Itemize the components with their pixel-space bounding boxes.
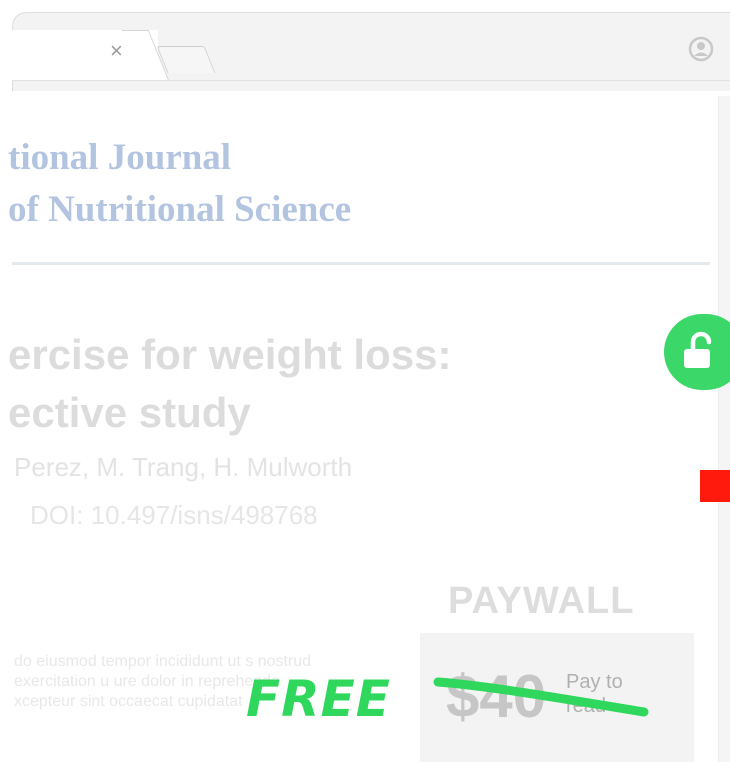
free-label: FREE [246,670,391,728]
article-title-line-2: ective study [8,389,251,436]
article-title: ercise for weight loss: ective study [8,326,451,442]
unlocked-padlock-icon [684,331,712,368]
article-authors: Perez, M. Trang, H. Mulworth [14,452,353,482]
journal-title-line-2: of Nutritional Science [8,189,352,230]
profile-icon[interactable] [688,36,714,62]
article-title-line-1: ercise for weight loss: [8,331,452,378]
header-divider [12,262,710,265]
red-marker [700,470,730,502]
scrollbar[interactable] [718,96,730,762]
article-doi: DOI: 10.497/isns/498768 [30,500,318,530]
unlock-button[interactable] [664,314,730,390]
close-icon[interactable]: × [110,40,123,62]
toolbar-divider [12,80,730,81]
price-strikethrough [433,677,649,717]
journal-title-line-1: tional Journal [8,137,232,178]
paywall-label: PAYWALL [448,580,635,622]
journal-title: tional Journal of Nutritional Science [8,132,351,236]
